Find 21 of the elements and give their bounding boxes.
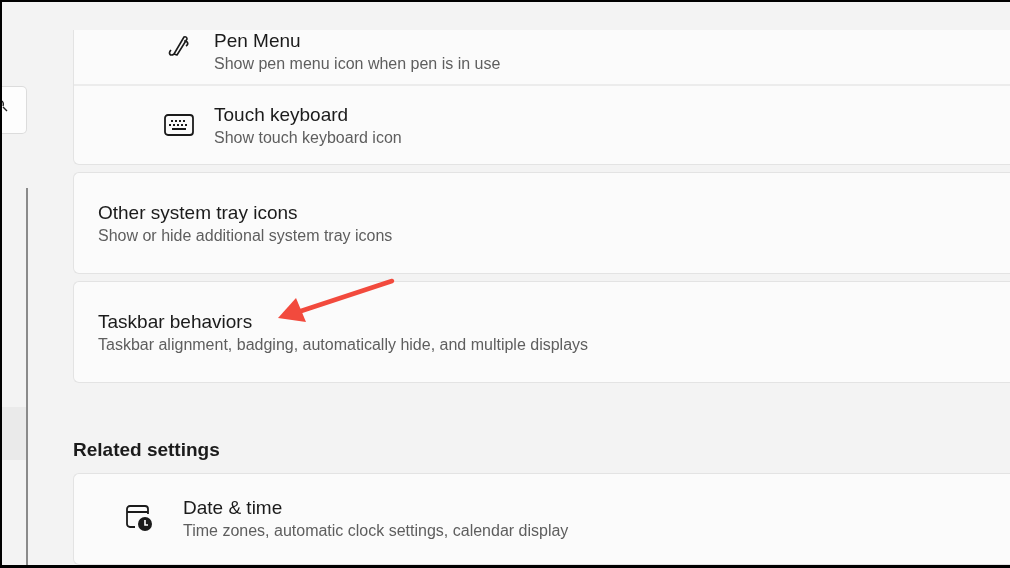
settings-row[interactable]: Date & time Time zones, automatic clock settings, calendar display: [74, 474, 1010, 562]
row-description: Time zones, automatic clock settings, calendar display: [183, 521, 569, 540]
row-description: Taskbar alignment, badging, automatically hide, and multiple displays: [98, 335, 589, 354]
calendar-clock-icon: [125, 504, 155, 532]
settings-row[interactable]: Other system tray icons Show or hide additional system tray icons: [74, 173, 1010, 273]
row-description: Show or hide additional system tray icons: [98, 226, 393, 245]
row-description: Show pen menu icon when pen is in use: [214, 55, 501, 73]
row-title: Taskbar behaviors: [98, 310, 254, 333]
settings-row[interactable]: Touch keyboard Show touch keyboard icon: [74, 84, 1010, 164]
row-title: Other system tray icons: [98, 201, 299, 224]
row-title: Pen Menu: [214, 30, 302, 52]
row-title: Date & time: [183, 496, 284, 519]
section-heading: Related settings: [73, 439, 221, 461]
keyboard-icon: [164, 114, 194, 136]
settings-row[interactable]: Taskbar behaviors Taskbar alignment, badging, automatically hide, and multiple displays: [74, 282, 1010, 382]
settings-row[interactable]: Pen Menu Show pen menu icon when pen is in use: [74, 30, 1010, 84]
scrollbar[interactable]: [26, 188, 28, 565]
search-field[interactable]: [2, 86, 27, 134]
row-title: Touch keyboard: [214, 103, 350, 126]
selected-nav-item[interactable]: [2, 407, 26, 460]
row-description: Show touch keyboard icon: [214, 128, 402, 147]
